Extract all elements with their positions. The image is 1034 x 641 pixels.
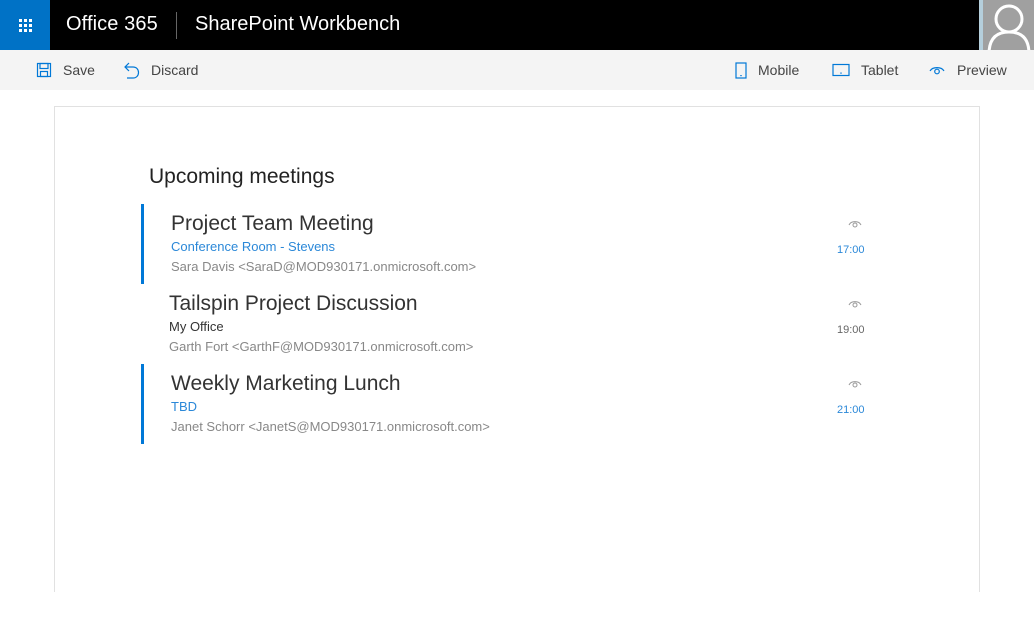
meeting-location: My Office <box>169 319 224 334</box>
preview-label: Preview <box>957 62 1007 78</box>
eye-icon[interactable] <box>847 298 863 309</box>
meeting-subject: Tailspin Project Discussion <box>169 292 418 315</box>
person-icon <box>987 4 1031 50</box>
meeting-item[interactable]: Project Team Meeting Conference Room - S… <box>141 204 871 284</box>
meeting-item[interactable]: Weekly Marketing Lunch TBD Janet Schorr … <box>141 364 871 444</box>
tablet-preview-button[interactable]: Tablet <box>832 50 898 90</box>
user-avatar-button[interactable] <box>979 0 1034 50</box>
meeting-organizer: Sara Davis <SaraD@MOD930171.onmicrosoft.… <box>171 259 477 274</box>
app-title[interactable]: SharePoint Workbench <box>195 13 400 36</box>
meeting-subject: Weekly Marketing Lunch <box>171 372 401 395</box>
meeting-organizer: Garth Fort <GarthF@MOD930171.onmicrosoft… <box>169 339 474 354</box>
discard-button[interactable]: Discard <box>123 50 198 90</box>
meeting-accent-bar <box>141 364 144 444</box>
app-launcher-button[interactable] <box>0 0 50 50</box>
mobile-label: Mobile <box>758 62 800 78</box>
meeting-subject: Project Team Meeting <box>171 212 374 235</box>
preview-button[interactable]: Preview <box>928 50 1007 90</box>
waffle-icon <box>18 18 32 32</box>
webpart-title: Upcoming meetings <box>149 165 335 188</box>
meeting-accent-bar <box>141 204 144 284</box>
tablet-label: Tablet <box>861 62 899 78</box>
brand-divider <box>176 12 177 39</box>
meeting-location: TBD <box>171 399 197 414</box>
meeting-item[interactable]: Tailspin Project Discussion My Office Ga… <box>141 284 871 364</box>
eye-icon[interactable] <box>847 378 863 389</box>
meeting-location: Conference Room - Stevens <box>171 239 336 254</box>
meeting-organizer: Janet Schorr <JanetS@MOD930171.onmicroso… <box>171 419 490 434</box>
save-icon <box>36 62 52 78</box>
mobile-preview-button[interactable]: Mobile <box>735 50 799 90</box>
undo-icon <box>124 62 140 79</box>
meeting-time: 21:00 <box>837 404 865 416</box>
save-button[interactable]: Save <box>36 50 95 90</box>
discard-label: Discard <box>151 62 199 78</box>
meeting-time: 17:00 <box>837 244 865 256</box>
command-bar: Save Discard Mobile Tablet Preview <box>0 50 1034 90</box>
mobile-icon <box>735 61 747 79</box>
eye-icon[interactable] <box>847 218 863 229</box>
meeting-time: 19:00 <box>837 324 865 336</box>
suite-bar: Office 365 SharePoint Workbench <box>0 0 1034 50</box>
brand-link[interactable]: Office 365 <box>66 13 158 36</box>
eye-icon <box>929 67 945 75</box>
tablet-icon <box>832 63 850 77</box>
save-label: Save <box>63 62 95 78</box>
